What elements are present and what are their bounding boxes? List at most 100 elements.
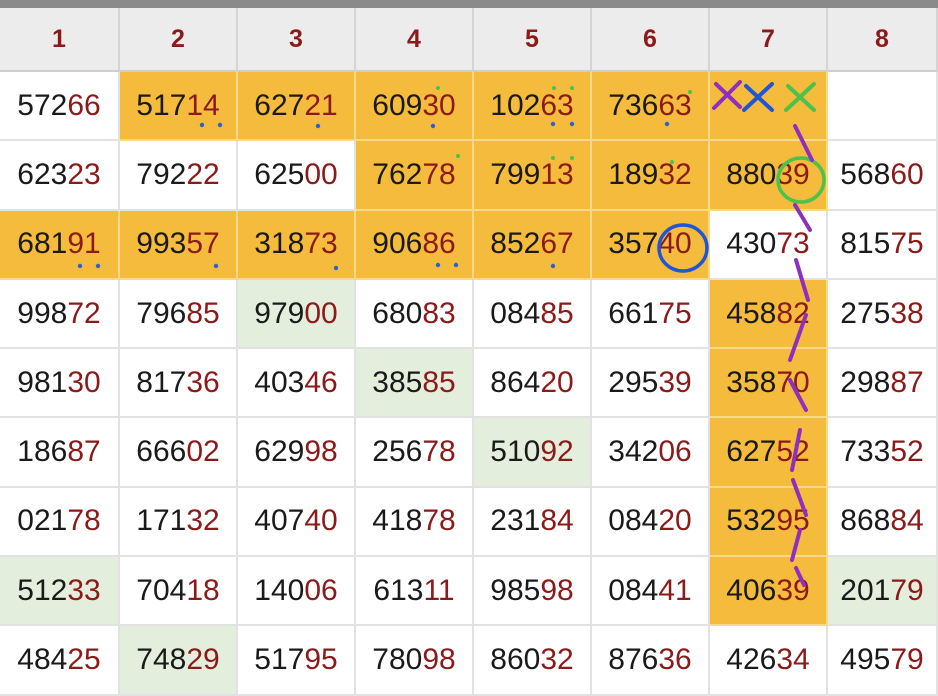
- number-prefix: 186: [17, 435, 68, 469]
- table-cell: 981 30: [0, 349, 120, 419]
- number-suffix: 06: [658, 435, 692, 469]
- number-suffix: 25: [67, 643, 101, 677]
- table-cell: 780 98: [356, 626, 474, 696]
- table-cell: 084 85: [474, 279, 592, 350]
- number-suffix: 84: [890, 504, 924, 538]
- number-suffix: 91: [67, 227, 101, 261]
- table-cell: 426 34: [710, 626, 828, 696]
- number-prefix: 627: [726, 435, 777, 469]
- number-suffix: 98: [304, 435, 338, 469]
- number-suffix: 78: [67, 504, 101, 538]
- table-cell: 357 40: [592, 210, 710, 280]
- number-suffix: 11: [423, 573, 455, 607]
- table-cell: 201 79: [828, 557, 938, 627]
- number-suffix: 66: [67, 88, 101, 122]
- table-cell: 852 67: [474, 210, 592, 280]
- number-prefix: 666: [136, 435, 187, 469]
- number-suffix: 06: [304, 573, 338, 607]
- table-cell: 815 75: [828, 210, 938, 280]
- number-prefix: 140: [254, 573, 305, 607]
- number-prefix: 358: [726, 365, 777, 399]
- number-prefix: 736: [608, 88, 659, 122]
- table-cell: 517 14: [120, 72, 238, 142]
- number-prefix: 629: [254, 435, 305, 469]
- table-cell: 495 79: [828, 626, 938, 696]
- number-prefix: 876: [608, 643, 659, 677]
- number-prefix: 084: [490, 296, 541, 330]
- table-cell: 084 41: [592, 557, 710, 627]
- number-prefix: 510: [490, 435, 541, 469]
- column-header-6: 6: [592, 8, 710, 72]
- number-suffix: 23: [67, 157, 101, 191]
- table-cell: 680 83: [356, 279, 474, 350]
- number-prefix: 733: [840, 435, 891, 469]
- table-cell: 998 72: [0, 279, 120, 350]
- number-suffix: 32: [186, 504, 220, 538]
- number-table: 1 2 3 4 5 6 7 8 572 66 517 14 627 21 609 30 102 63 736 63 62…: [0, 8, 938, 696]
- number-prefix: 613: [373, 573, 424, 607]
- number-suffix: 38: [890, 296, 924, 330]
- number-prefix: 627: [254, 88, 305, 122]
- table-cell: 430 73: [710, 210, 828, 280]
- number-prefix: 256: [372, 435, 423, 469]
- column-header-4: 4: [356, 8, 474, 72]
- table-cell: 102 63: [474, 72, 592, 142]
- number-prefix: 517: [136, 88, 187, 122]
- table-cell: 792 22: [120, 141, 238, 211]
- number-suffix: 72: [67, 296, 101, 330]
- number-suffix: 00: [304, 296, 338, 330]
- table-cell: 318 73: [238, 210, 356, 280]
- table-cell: 140 06: [238, 557, 356, 627]
- table-cell: 762 78: [356, 141, 474, 211]
- number-suffix: 75: [658, 296, 692, 330]
- number-prefix: 748: [136, 643, 187, 677]
- number-suffix: 57: [186, 227, 220, 261]
- number-prefix: 084: [608, 573, 659, 607]
- number-suffix: 85: [422, 365, 456, 399]
- number-prefix: 998: [17, 296, 68, 330]
- table-cell: 817 36: [120, 349, 238, 419]
- table-cell: 458 82: [710, 279, 828, 350]
- number-suffix: 73: [304, 227, 338, 261]
- column-header-3: 3: [238, 8, 356, 72]
- number-prefix: 403: [254, 365, 305, 399]
- number-prefix: 406: [726, 573, 777, 607]
- number-prefix: 860: [490, 643, 541, 677]
- number-suffix: 84: [540, 504, 574, 538]
- table-cell: 799 13: [474, 141, 592, 211]
- table-cell: 568 60: [828, 141, 938, 211]
- number-suffix: 30: [422, 88, 456, 122]
- table-cell: 418 78: [356, 487, 474, 558]
- number-suffix: 40: [658, 227, 692, 261]
- number-prefix: 661: [608, 296, 659, 330]
- number-prefix: 792: [136, 157, 187, 191]
- number-suffix: 87: [67, 435, 101, 469]
- number-prefix: 298: [840, 365, 891, 399]
- table-cell: [710, 72, 828, 142]
- number-suffix: 92: [540, 435, 574, 469]
- number-prefix: 815: [840, 227, 891, 261]
- column-header-7: 7: [710, 8, 828, 72]
- number-suffix: 70: [776, 365, 810, 399]
- table-cell: 625 00: [238, 141, 356, 211]
- number-suffix: 98: [422, 643, 456, 677]
- number-suffix: 46: [304, 365, 338, 399]
- number-suffix: 98: [540, 573, 574, 607]
- table-cell: [828, 72, 938, 142]
- number-prefix: 780: [372, 643, 423, 677]
- table-cell: 681 91: [0, 210, 120, 280]
- number-suffix: 32: [658, 157, 692, 191]
- column-header-1: 1: [0, 8, 120, 72]
- table-cell: 407 40: [238, 487, 356, 558]
- number-suffix: 85: [186, 296, 220, 330]
- table-cell: 403 46: [238, 349, 356, 419]
- table-cell: 906 86: [356, 210, 474, 280]
- number-suffix: 36: [186, 365, 220, 399]
- number-prefix: 796: [136, 296, 187, 330]
- number-suffix: 22: [186, 157, 220, 191]
- number-prefix: 572: [17, 88, 68, 122]
- table-cell: 613 11: [356, 557, 474, 627]
- number-prefix: 171: [136, 504, 187, 538]
- number-prefix: 458: [726, 296, 777, 330]
- number-suffix: 29: [186, 643, 220, 677]
